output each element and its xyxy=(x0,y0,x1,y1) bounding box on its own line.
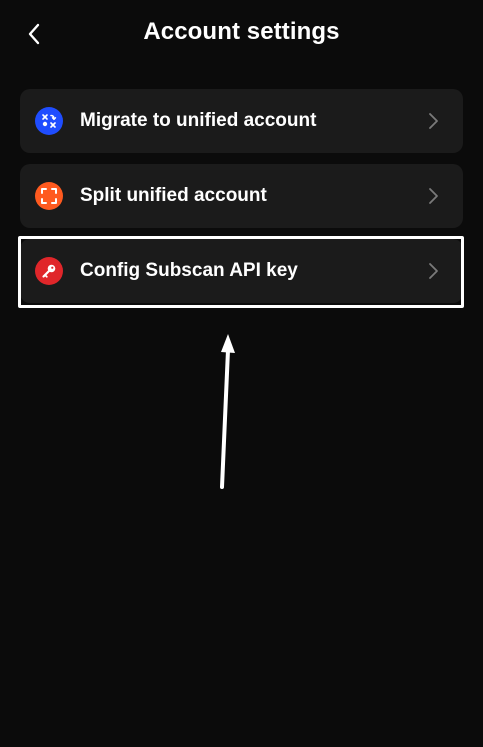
split-icon xyxy=(35,182,63,210)
menu-item-label: Config Subscan API key xyxy=(80,260,298,281)
settings-menu: Migrate to unified account Split unified… xyxy=(20,89,463,314)
chevron-right-icon xyxy=(429,188,438,204)
menu-item-split-unified-account[interactable]: Split unified account xyxy=(20,164,463,228)
menu-item-migrate-unified-account[interactable]: Migrate to unified account xyxy=(20,89,463,153)
page-title: Account settings xyxy=(143,18,340,45)
menu-item-label: Split unified account xyxy=(80,185,267,206)
menu-item-label: Migrate to unified account xyxy=(80,110,317,131)
chevron-right-icon xyxy=(429,263,438,279)
chevron-right-icon xyxy=(429,113,438,129)
header: Account settings xyxy=(0,0,483,68)
menu-item-config-subscan-api-key[interactable]: Config Subscan API key xyxy=(20,239,463,303)
migrate-icon xyxy=(35,107,63,135)
key-icon xyxy=(35,257,63,285)
account-settings-screen: Account settings Migrate to unified acco… xyxy=(0,0,483,747)
